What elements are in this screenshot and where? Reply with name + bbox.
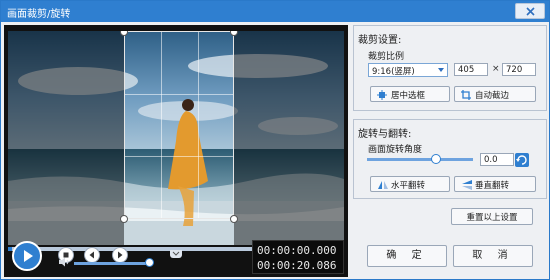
next-icon	[118, 251, 123, 259]
preview-pane: 00:00:00.000 00:00:20.086	[4, 25, 348, 277]
crop-settings-section: 裁剪设置: 裁剪比例 9:16(竖屏) 405 × 720 居中选框 自动截边	[353, 25, 547, 111]
crop-width-input[interactable]: 405	[454, 63, 488, 76]
crop-handle-bottom-left[interactable]	[120, 215, 128, 223]
total-time: 00:00:20.086	[257, 259, 337, 272]
rotate-angle-slider[interactable]	[367, 154, 473, 164]
cancel-button[interactable]: 取 消	[453, 245, 533, 267]
close-button[interactable]	[515, 3, 545, 19]
cancel-label: 取 消	[472, 250, 514, 261]
prev-icon	[89, 251, 94, 259]
times-sign: ×	[492, 64, 500, 74]
prev-frame-button[interactable]	[84, 247, 100, 263]
crop-width-value: 405	[458, 65, 475, 75]
rotate-section-title: 旋转与翻转:	[358, 129, 412, 140]
reset-settings-label: 重置以上设置	[466, 213, 518, 223]
rotate-icon	[516, 155, 527, 165]
flip-vertical-button[interactable]: 垂直翻转	[454, 176, 536, 192]
ok-button[interactable]: 确 定	[367, 245, 447, 267]
volume-icon[interactable]	[58, 257, 70, 267]
crop-height-input[interactable]: 720	[502, 63, 536, 76]
grid-line	[161, 32, 162, 218]
settings-pane: 裁剪设置: 裁剪比例 9:16(竖屏) 405 × 720 居中选框 自动截边 …	[351, 25, 547, 277]
flip-horizontal-button[interactable]: 水平翻转	[370, 176, 450, 192]
center-selection-label: 居中选框	[391, 91, 426, 101]
volume-slider-knob[interactable]	[145, 258, 154, 267]
title-bar: 画面裁剪/旋转	[1, 1, 549, 22]
play-button[interactable]	[12, 241, 42, 271]
grid-line	[125, 156, 233, 157]
window-title: 画面裁剪/旋转	[7, 9, 71, 20]
crop-handle-bottom-right[interactable]	[230, 215, 238, 223]
flip-vertical-label: 垂直翻转	[475, 181, 510, 191]
current-time: 00:00:00.000	[257, 244, 337, 257]
rotate-angle-input[interactable]: 0.0	[480, 153, 514, 166]
flip-horizontal-label: 水平翻转	[391, 181, 426, 191]
autocrop-icon	[461, 90, 471, 100]
volume-slider[interactable]	[74, 262, 150, 265]
reset-settings-button[interactable]: 重置以上设置	[451, 208, 533, 225]
ok-label: 确 定	[386, 250, 428, 261]
crop-height-value: 720	[506, 65, 523, 75]
crop-mask-left	[8, 31, 124, 245]
crop-ratio-label: 裁剪比例	[368, 52, 405, 62]
video-preview	[8, 31, 344, 245]
seek-progress	[8, 247, 12, 251]
crop-mask-right	[234, 31, 344, 245]
center-icon	[377, 90, 387, 100]
crop-frame[interactable]	[124, 31, 234, 219]
rotate-angle-label: 画面旋转角度	[368, 145, 423, 155]
auto-crop-button[interactable]: 自动截边	[454, 86, 536, 102]
crop-ratio-value: 9:16(竖屏)	[372, 67, 415, 77]
crop-rotate-dialog: 画面裁剪/旋转 00:00:00.000 00:00:20.086 裁剪设置: …	[0, 0, 550, 280]
crop-ratio-select[interactable]: 9:16(竖屏)	[368, 63, 448, 77]
time-display: 00:00:00.000 00:00:20.086	[252, 240, 344, 274]
crop-section-title: 裁剪设置:	[358, 35, 402, 46]
play-icon	[24, 250, 33, 262]
rotate-angle-value: 0.0	[484, 155, 498, 165]
flip-h-icon	[378, 181, 388, 189]
rotate-90-button[interactable]	[515, 153, 529, 167]
next-frame-button[interactable]	[112, 247, 128, 263]
grid-line	[125, 94, 233, 95]
center-selection-button[interactable]: 居中选框	[370, 86, 450, 102]
chevron-down-icon	[438, 68, 444, 72]
close-icon	[526, 7, 535, 16]
grid-line	[198, 32, 199, 218]
rotate-slider-knob[interactable]	[431, 154, 441, 164]
auto-crop-label: 自动截边	[475, 91, 510, 101]
flip-v-icon	[462, 180, 472, 190]
